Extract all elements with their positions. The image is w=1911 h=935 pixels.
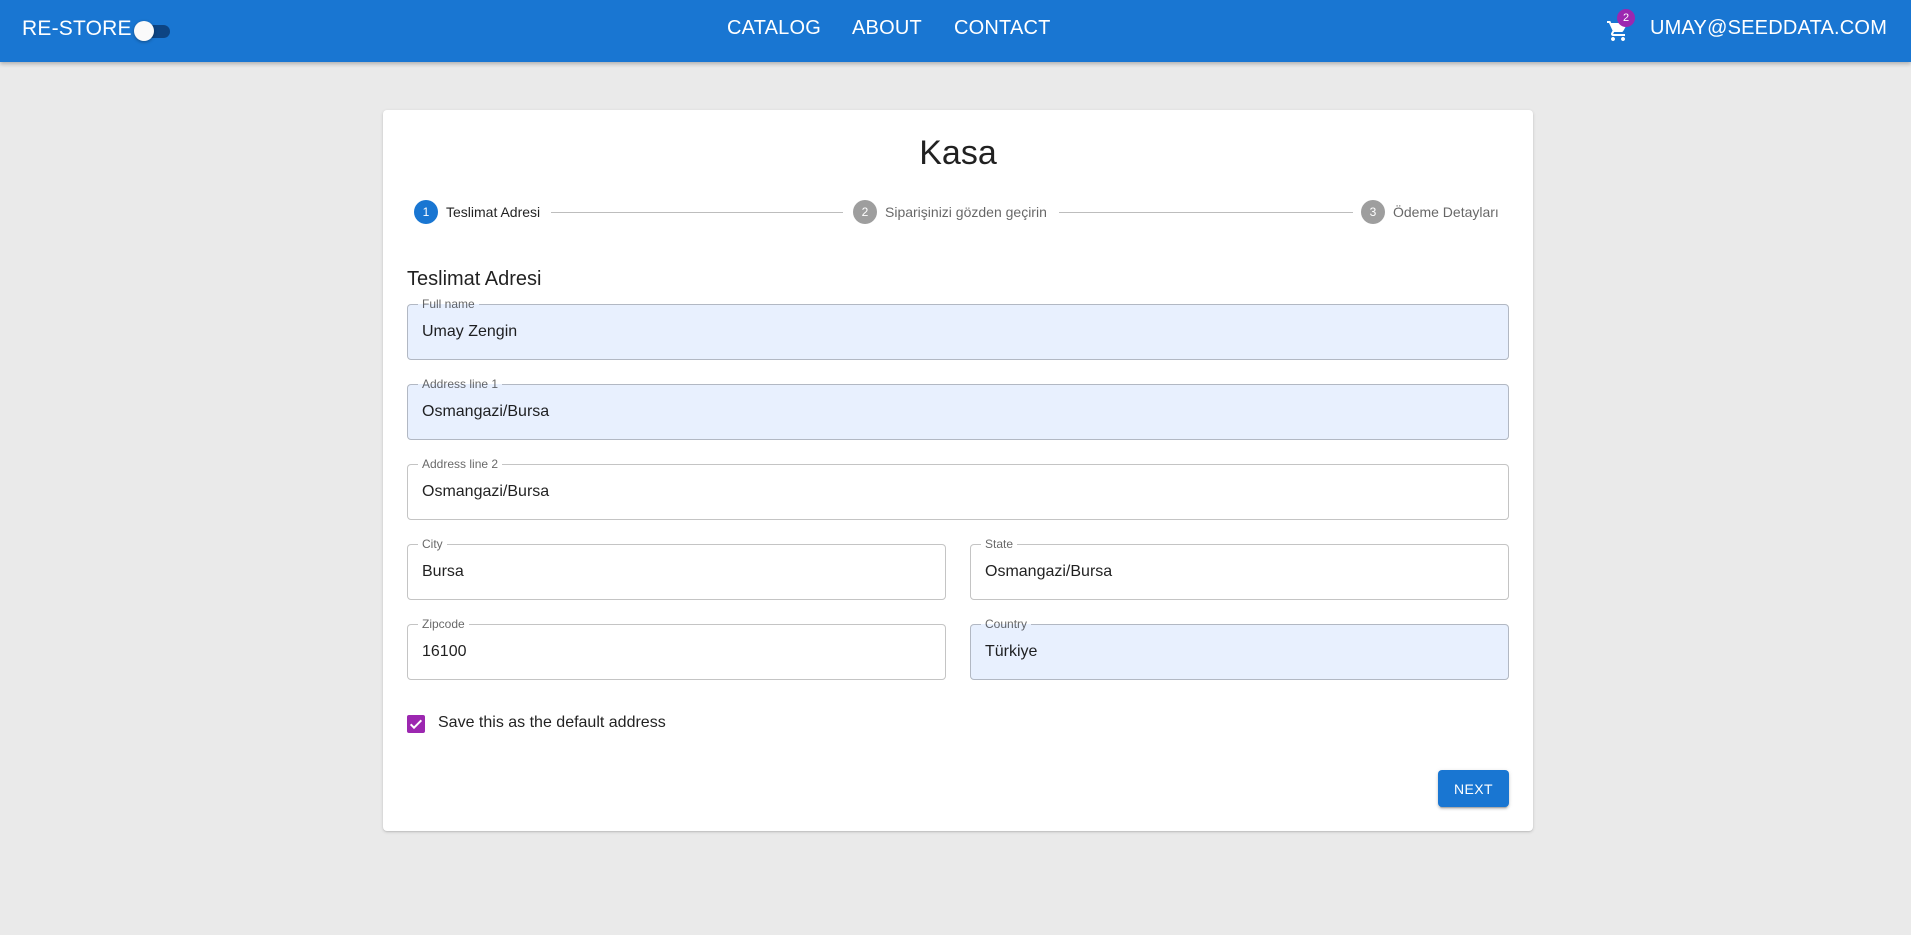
section-title: Teslimat Adresi [407, 268, 542, 290]
theme-toggle-switch[interactable] [134, 21, 172, 41]
save-default-checkbox[interactable] [407, 715, 425, 733]
step-2-label: Siparişinizi gözden geçirin [885, 204, 1047, 220]
nav-link-catalog[interactable]: CATALOG [727, 17, 821, 40]
step-3: 3 Ödeme Detayları [1361, 200, 1499, 224]
state-input[interactable] [971, 545, 1508, 599]
app-bar: RE-STORE CATALOG ABOUT CONTACT 2 UMAY@SE… [0, 0, 1911, 62]
next-button[interactable]: NEXT [1438, 770, 1509, 807]
step-1-label: Teslimat Adresi [446, 204, 541, 220]
step-1-number: 1 [414, 200, 438, 224]
step-connector [551, 212, 843, 213]
step-2-number: 2 [853, 200, 877, 224]
address-line-2-input[interactable] [408, 465, 1508, 519]
city-field: City [407, 537, 946, 600]
nav-link-about[interactable]: ABOUT [852, 17, 922, 40]
step-3-label: Ödeme Detayları [1393, 204, 1499, 220]
city-input[interactable] [408, 545, 945, 599]
step-1: 1 Teslimat Adresi [414, 200, 540, 224]
user-email-menu[interactable]: UMAY@SEEDDATA.COM [1650, 17, 1887, 40]
zipcode-field: Zipcode [407, 617, 946, 680]
state-field: State [970, 537, 1509, 600]
step-3-number: 3 [1361, 200, 1385, 224]
page-title: Kasa [919, 134, 997, 172]
step-2: 2 Siparişinizi gözden geçirin [853, 200, 1047, 224]
address-line-1-input[interactable] [408, 385, 1508, 439]
step-connector [1059, 212, 1353, 213]
address-line-2-field: Address line 2 [407, 457, 1509, 520]
full-name-input[interactable] [408, 305, 1508, 359]
toggle-thumb [134, 21, 154, 41]
address-line-1-field: Address line 1 [407, 377, 1509, 440]
save-default-label[interactable]: Save this as the default address [438, 714, 666, 732]
checkout-card: Kasa 1 Teslimat Adresi 2 Siparişinizi gö… [383, 110, 1533, 831]
full-name-field: Full name [407, 297, 1509, 360]
nav-link-contact[interactable]: CONTACT [954, 17, 1051, 40]
country-field: Country [970, 617, 1509, 680]
brand-title[interactable]: RE-STORE [22, 17, 132, 41]
cart-count-badge: 2 [1617, 9, 1635, 27]
zipcode-input[interactable] [408, 625, 945, 679]
country-input[interactable] [971, 625, 1508, 679]
